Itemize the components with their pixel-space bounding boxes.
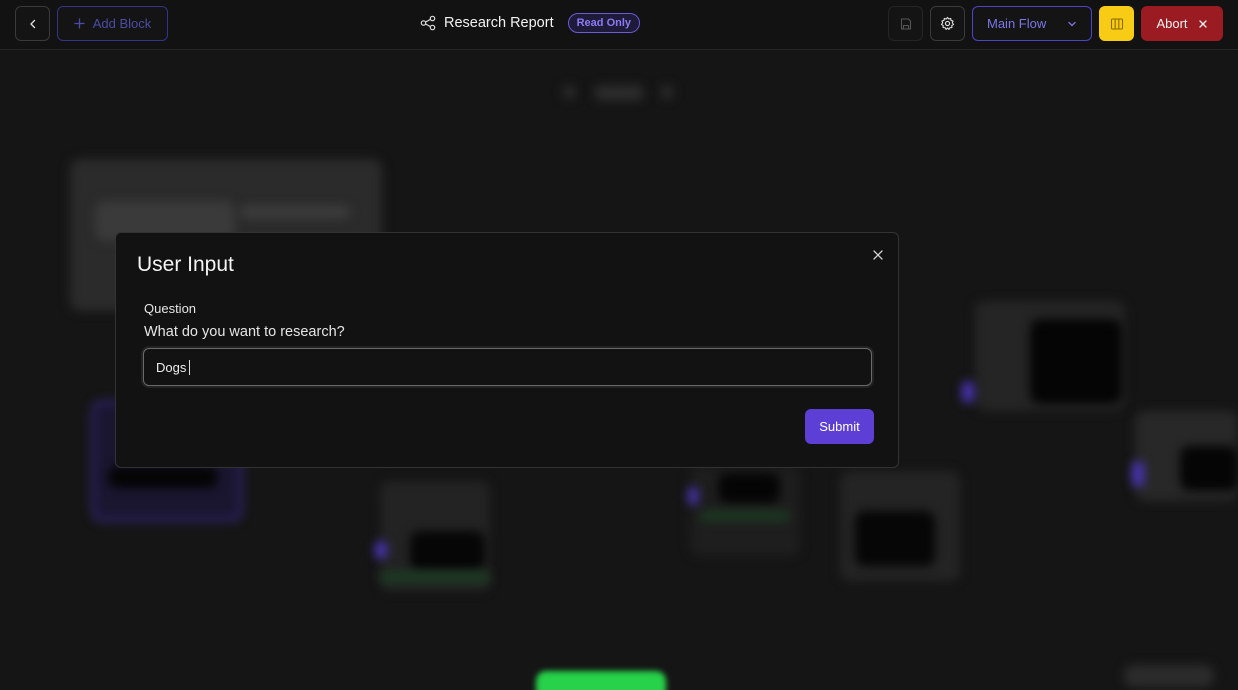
chevron-left-icon	[29, 19, 35, 28]
abort-button[interactable]: Abort	[1141, 6, 1223, 41]
columns-button[interactable]	[1099, 6, 1134, 41]
save-icon	[900, 17, 911, 30]
canvas-node-blur	[688, 487, 698, 505]
page-title: Research Report	[444, 15, 554, 31]
read-only-badge: Read Only	[567, 13, 641, 33]
canvas-node-blur	[855, 511, 935, 566]
canvas-node-blur	[962, 381, 974, 403]
add-block-label: Add Block	[92, 16, 152, 31]
canvas-node-blur	[700, 511, 790, 521]
modal-title: User Input	[137, 253, 234, 276]
user-input-modal: User Input Question What do you want to …	[115, 232, 899, 468]
close-icon	[1198, 19, 1207, 28]
canvas-node-blur	[1124, 665, 1214, 687]
add-block-button[interactable]: Add Block	[57, 6, 168, 41]
flow-select-value: Main Flow	[987, 16, 1047, 31]
text-caret	[189, 359, 191, 375]
canvas-node-blur	[240, 206, 350, 218]
canvas-node-blur	[594, 85, 644, 101]
submit-button[interactable]: Submit	[805, 409, 874, 444]
modal-close-button[interactable]	[870, 247, 886, 263]
workflow-icon	[420, 15, 436, 31]
columns-icon	[1110, 17, 1123, 30]
canvas-node-blur	[562, 85, 576, 99]
canvas-node-blur	[1180, 446, 1238, 491]
canvas-node-blur	[375, 541, 387, 559]
canvas-node-blur	[1030, 319, 1122, 404]
canvas-node-blur	[1132, 461, 1144, 487]
question-text: What do you want to research?	[144, 324, 345, 340]
workflow-title: Research Report Read Only	[420, 10, 641, 36]
save-button[interactable]	[888, 6, 923, 41]
answer-input[interactable]: Dogs	[143, 348, 872, 386]
canvas-node-blur	[660, 85, 674, 99]
gear-icon	[940, 16, 955, 30]
question-label: Question	[144, 301, 197, 316]
abort-label: Abort	[1156, 16, 1188, 31]
canvas-node-blur	[718, 473, 780, 503]
plus-icon	[74, 18, 85, 29]
chevron-down-icon	[1068, 21, 1076, 26]
flow-select[interactable]: Main Flow	[972, 6, 1092, 41]
top-bar: Add Block Research Report Read Only Main…	[0, 0, 1238, 50]
answer-input-value: Dogs	[156, 359, 187, 375]
canvas-node-blur	[410, 531, 485, 571]
close-icon	[873, 250, 883, 260]
canvas-run-button-blur	[536, 671, 666, 690]
back-button[interactable]	[15, 6, 50, 41]
canvas-node-blur	[380, 571, 490, 583]
settings-button[interactable]	[930, 6, 965, 41]
canvas-node-blur	[108, 466, 218, 488]
submit-label: Submit	[819, 419, 860, 434]
